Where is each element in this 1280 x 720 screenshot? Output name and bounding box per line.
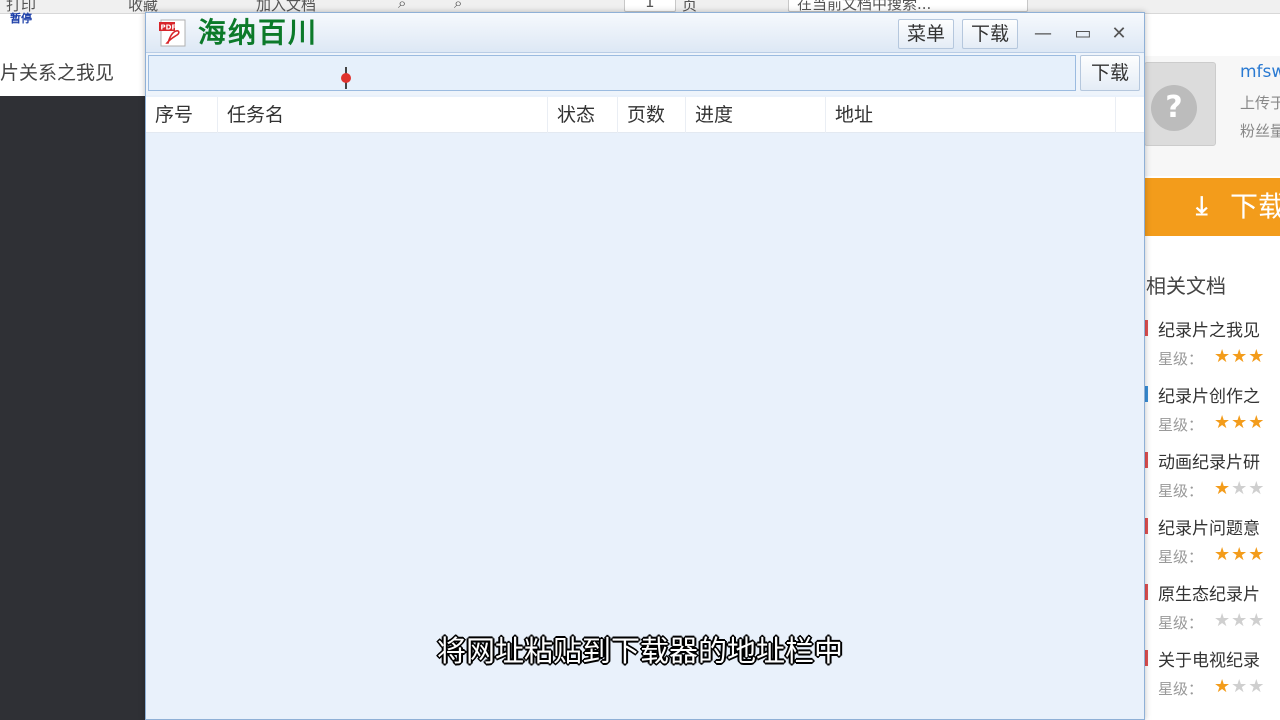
star-icon: ★: [1214, 544, 1232, 565]
related-doc-title[interactable]: 动画纪录片研: [1158, 448, 1260, 473]
column-progress[interactable]: 进度: [686, 97, 826, 133]
doc-search-box: 在当前文档中搜索...: [788, 0, 1028, 13]
star-rating: ★★★: [1214, 346, 1265, 367]
column-index[interactable]: 序号: [146, 97, 218, 133]
related-doc-title[interactable]: 纪录片之我见: [1158, 316, 1260, 341]
related-doc-item[interactable]: 纪录片问题意 星级： ★★★: [1144, 514, 1280, 580]
rating-label: 星级：: [1158, 680, 1204, 698]
rating-label: 星级：: [1158, 548, 1204, 566]
star-icon: ★: [1231, 478, 1249, 499]
zoom-in-icon: ⌕: [454, 0, 463, 12]
task-table-header: 序号 任务名 状态 页数 进度 地址: [146, 97, 1144, 133]
url-input[interactable]: [148, 55, 1076, 91]
star-icon: ★: [1231, 412, 1249, 433]
text-cursor-icon: [340, 67, 352, 89]
related-doc-item[interactable]: 动画纪录片研 星级： ★★★: [1144, 448, 1280, 514]
star-icon: ★: [1214, 346, 1232, 367]
zoom-out-icon: ⌕: [398, 0, 407, 12]
svg-text:PDF: PDF: [161, 24, 177, 32]
pause-label: 暂停: [10, 12, 32, 25]
video-subtitle: 将网址粘贴到下载器的地址栏中: [436, 634, 843, 668]
related-doc-title[interactable]: 纪录片创作之: [1158, 382, 1260, 407]
page-number-box: 1: [624, 0, 676, 12]
app-title: 海纳百川: [198, 16, 319, 49]
uploader-name: mfsw: [1240, 62, 1280, 82]
star-icon: ★: [1214, 412, 1232, 433]
rating-label: 星级：: [1158, 350, 1204, 368]
star-icon: ★: [1214, 676, 1232, 697]
column-pages[interactable]: 页数: [618, 97, 686, 133]
menu-button[interactable]: 菜单: [898, 19, 955, 49]
url-bar: 下载: [146, 53, 1144, 95]
doc-download-button[interactable]: ⤓ 下载: [1144, 178, 1280, 236]
column-status[interactable]: 状态: [548, 97, 618, 133]
star-icon: ★: [1231, 346, 1249, 367]
related-doc-item[interactable]: 纪录片之我见 星级： ★★★: [1144, 316, 1280, 382]
star-rating: ★★★: [1214, 676, 1265, 697]
related-doc-item[interactable]: 纪录片创作之 星级： ★★★: [1144, 382, 1280, 448]
download-icon: ⤓: [1196, 191, 1208, 221]
right-sidebar: ? mfsw 上传于 粉丝量 ⤓ 下载 相关文档 纪录片之我见 星级： ★★★ 纪录片…: [1144, 14, 1280, 720]
related-docs-heading: 相关文档: [1146, 274, 1226, 298]
column-address[interactable]: 地址: [826, 97, 1116, 133]
star-icon: ★: [1231, 676, 1249, 697]
upload-label: 上传于: [1240, 94, 1280, 112]
question-icon: ?: [1151, 85, 1197, 131]
star-rating: ★★★: [1214, 412, 1265, 433]
rating-label: 星级：: [1158, 482, 1204, 500]
star-icon: ★: [1248, 676, 1266, 697]
star-icon: ★: [1214, 478, 1232, 499]
title-bar[interactable]: PDF 海纳百川 菜单 下载 — ▭ ✕: [146, 13, 1144, 53]
star-icon: ★: [1248, 478, 1266, 499]
related-doc-title[interactable]: 原生态纪录片: [1158, 580, 1260, 605]
maximize-icon[interactable]: ▭: [1070, 21, 1096, 47]
column-task-name[interactable]: 任务名: [218, 97, 548, 133]
star-rating: ★★★: [1214, 478, 1265, 499]
star-icon: ★: [1248, 412, 1266, 433]
fans-label: 粉丝量: [1240, 122, 1280, 140]
star-icon: ★: [1248, 544, 1266, 565]
left-dark-panel: [0, 96, 146, 720]
downloader-window: PDF 海纳百川 菜单 下载 — ▭ ✕ 下载 序号 任务名 状态 页数 进度 …: [145, 12, 1145, 720]
rating-label: 星级：: [1158, 416, 1204, 434]
avatar: ?: [1144, 62, 1216, 146]
star-icon: ★: [1231, 544, 1249, 565]
download-button[interactable]: 下载: [962, 19, 1019, 49]
pdf-icon: PDF: [159, 19, 186, 47]
page-breadcrumb: 片关系之我见: [0, 62, 115, 84]
url-download-button[interactable]: 下载: [1080, 55, 1140, 91]
close-icon[interactable]: ✕: [1106, 21, 1132, 47]
minimize-icon[interactable]: —: [1030, 21, 1056, 47]
star-icon: ★: [1248, 346, 1266, 367]
star-rating: ★★★: [1214, 544, 1265, 565]
related-doc-title[interactable]: 纪录片问题意: [1158, 514, 1260, 539]
